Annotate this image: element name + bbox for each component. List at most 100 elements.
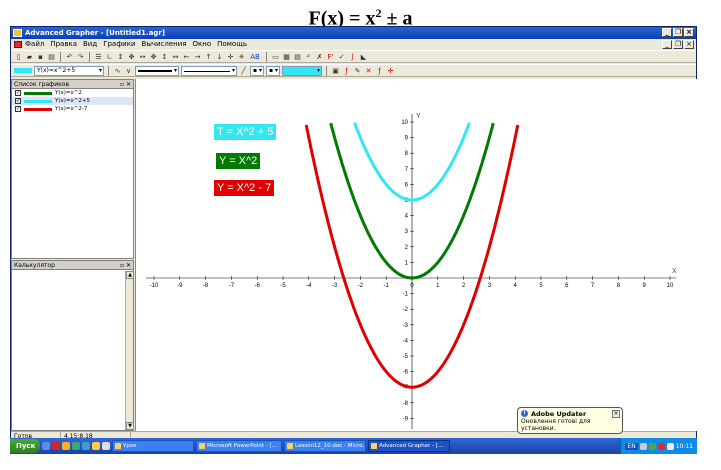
tray-icon[interactable] <box>657 442 665 450</box>
tray-icon[interactable] <box>648 442 656 450</box>
undo-icon[interactable]: ↶ <box>65 52 74 61</box>
add-graph-icon[interactable]: ƒ <box>342 66 351 75</box>
resize-vertical-icon[interactable]: ↕ <box>116 52 125 61</box>
edit-graph-icon[interactable]: ✎ <box>353 66 362 75</box>
integral-icon[interactable]: ∫ <box>348 52 357 61</box>
arrow-right-icon[interactable]: → <box>193 52 202 61</box>
delete-graph-icon[interactable]: ✕ <box>364 66 373 75</box>
start-button[interactable]: Пуск <box>10 439 40 453</box>
balloon-close-button[interactable]: × <box>612 410 620 418</box>
plot-area[interactable]: XY-10-9-8-7-6-5-4-3-2-1012345678910-10-9… <box>135 79 698 431</box>
menu-window[interactable]: Окно <box>193 39 212 50</box>
tangent-icon[interactable]: ✗ <box>315 52 324 61</box>
mdi-minimize-button[interactable]: _ <box>662 40 672 49</box>
list-icon[interactable]: ☰ <box>94 52 103 61</box>
arrow-down-icon[interactable]: ↓ <box>215 52 224 61</box>
scroll-down-icon[interactable]: ▼ <box>126 422 134 430</box>
language-indicator[interactable]: EN <box>625 442 638 450</box>
title-bar[interactable]: Advanced Grapher - [Untitled1.agr] _ ❐ × <box>11 27 696 39</box>
x-tick-label: -3 <box>332 283 338 289</box>
point-marker-icon[interactable]: ✛ <box>386 66 395 75</box>
sheet-icon[interactable]: ▤ <box>293 52 302 61</box>
minimize-button[interactable]: _ <box>662 28 672 37</box>
area-icon[interactable]: ◣ <box>359 52 368 61</box>
y-tick-label: 3 <box>405 229 409 235</box>
properties-icon[interactable]: ▣ <box>331 66 340 75</box>
arrow-up-icon[interactable]: ↑ <box>204 52 213 61</box>
notification-balloon[interactable]: Adobe Updater Оновлення готові для устан… <box>517 407 623 434</box>
legend-label-parabola: Y = X^2 <box>216 153 261 169</box>
app-icon[interactable] <box>102 442 110 450</box>
system-tray: EN 10:11 <box>620 438 697 454</box>
mdi-close-button[interactable]: × <box>684 40 694 49</box>
graph-list-item[interactable]: ✓ Y(x)=x^2-7 <box>12 105 133 113</box>
folder-icon[interactable] <box>92 442 100 450</box>
marker-combo[interactable]: ▪ <box>250 65 264 76</box>
mdi-restore-button[interactable]: ❐ <box>673 40 683 49</box>
scroll-up-icon[interactable]: ▲ <box>126 271 134 279</box>
graph-settings-icon[interactable]: ƒ <box>375 66 384 75</box>
x-tick-label: -6 <box>255 283 261 289</box>
center-icon[interactable]: ✳ <box>237 52 246 61</box>
app-icon[interactable] <box>72 442 80 450</box>
expression-value: Y(x)=x^2+5 <box>37 66 76 74</box>
arrow-left-icon[interactable]: ← <box>182 52 191 61</box>
derivative-icon[interactable]: F' <box>326 52 335 61</box>
toolbar-separator <box>266 51 267 62</box>
checkbox[interactable]: ✓ <box>15 106 21 112</box>
line-width-combo[interactable] <box>135 65 179 76</box>
task-powerpoint[interactable]: Microsoft PowerPoint - [... <box>196 440 282 452</box>
toolbar-separator <box>60 51 61 62</box>
graph-color-swatch <box>14 68 32 73</box>
app-icon <box>13 29 22 37</box>
point-combo[interactable]: ▪ <box>266 65 280 76</box>
page-icon[interactable]: ▭ <box>271 52 280 61</box>
print-icon[interactable]: ▤ <box>47 52 56 61</box>
grid-label-icon[interactable]: AB <box>248 52 262 61</box>
tray-icon[interactable] <box>666 442 674 450</box>
menu-file[interactable]: Файл <box>25 39 44 50</box>
app-icon[interactable] <box>82 442 90 450</box>
tray-icon[interactable] <box>639 442 647 450</box>
task-word[interactable]: Lesson12_10.doc - Micro... <box>284 440 366 452</box>
save-icon[interactable]: ▪ <box>36 52 45 61</box>
pan-icon[interactable]: ✥ <box>149 52 158 61</box>
curve-style-icon[interactable]: ∿ <box>113 66 122 75</box>
restore-button[interactable]: ❐ <box>673 28 683 37</box>
menu-graphs[interactable]: Графики <box>103 39 135 50</box>
menu-view[interactable]: Вид <box>83 39 97 50</box>
graph-list-item[interactable]: ✓ Y(x)=x^2+5 <box>12 97 133 105</box>
opera-icon[interactable] <box>52 442 60 450</box>
panel-close-icon[interactable]: ▫ ✕ <box>120 261 131 270</box>
stretch-horizontal-icon[interactable]: ↔ <box>171 52 180 61</box>
menu-edit[interactable]: Правка <box>50 39 77 50</box>
pen-icon[interactable]: ╱ <box>239 66 248 75</box>
open-folder-icon[interactable]: ▰ <box>25 52 34 61</box>
color-combo[interactable] <box>282 65 322 76</box>
task-advanced-grapher[interactable]: Advanced Grapher - [... <box>368 440 450 452</box>
graph-list-item[interactable]: ✓ Y(x)=x^2 <box>12 89 133 97</box>
task-lesson[interactable]: Урок <box>112 440 194 452</box>
panel-close-icon[interactable]: ▫ ✕ <box>120 80 131 89</box>
checkbox[interactable]: ✓ <box>15 98 21 104</box>
redo-icon[interactable]: ↷ <box>76 52 85 61</box>
crosshair-icon[interactable]: ✛ <box>226 52 235 61</box>
expression-combo[interactable]: Y(x)=x^2+5 <box>34 65 104 76</box>
line-style-combo[interactable] <box>181 65 237 76</box>
curve-shape-icon[interactable]: ∨ <box>124 66 133 75</box>
axes-icon[interactable]: ∟ <box>105 52 114 61</box>
new-file-icon[interactable]: ▯ <box>14 52 23 61</box>
stretch-vertical-icon[interactable]: ↕ <box>160 52 169 61</box>
desktop-icon[interactable] <box>42 442 50 450</box>
zoom-icon[interactable]: ⌕ <box>304 52 313 61</box>
media-icon[interactable] <box>62 442 70 450</box>
menu-calculations[interactable]: Вычисления <box>142 39 187 50</box>
table-icon[interactable]: ▦ <box>282 52 291 61</box>
close-button[interactable]: × <box>684 28 694 37</box>
calculator-scrollbar[interactable]: ▲ ▼ <box>125 271 134 430</box>
move-icon[interactable]: ✥ <box>127 52 136 61</box>
menu-help[interactable]: Помощь <box>217 39 247 50</box>
resize-horizontal-icon[interactable]: ↔ <box>138 52 147 61</box>
checkbox[interactable]: ✓ <box>15 90 21 96</box>
roots-icon[interactable]: ✓ <box>337 52 346 61</box>
